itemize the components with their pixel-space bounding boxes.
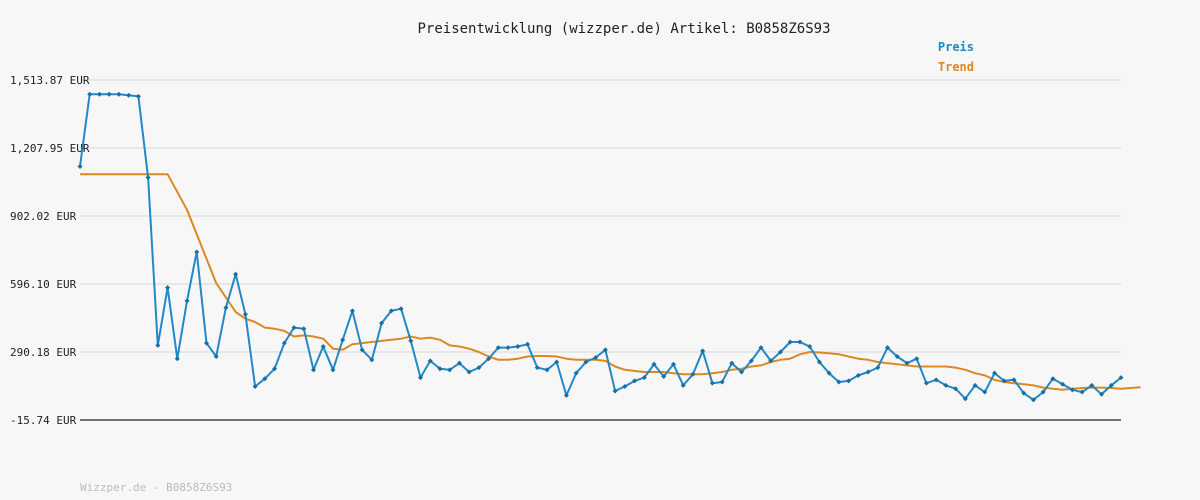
price-chart: Preisentwicklung (wizzper.de) Artikel: B… — [0, 0, 1200, 500]
data-point-preis-4 — [116, 91, 122, 97]
data-point-preis-3 — [106, 91, 112, 97]
data-point-preis-10 — [174, 356, 180, 362]
data-point-preis-7 — [145, 175, 151, 181]
data-point-preis-34 — [408, 338, 414, 344]
y-tick-label-4: 290.18 EUR — [10, 346, 77, 359]
footer-watermark: Wizzper.de - B0858Z6S93 — [80, 481, 232, 494]
data-point-preis-0 — [77, 163, 83, 169]
data-point-preis-9 — [165, 285, 171, 291]
legend-entry-trend: Trend — [938, 60, 974, 74]
data-point-preis-12 — [194, 249, 200, 255]
data-point-preis-11 — [184, 298, 190, 304]
y-tick-label-1: 1,207.95 EUR — [10, 142, 90, 155]
data-point-preis-2 — [96, 91, 102, 97]
y-tick-label-5: -15.74 EUR — [10, 414, 77, 427]
series — [77, 91, 1141, 403]
series-line-trend — [80, 173, 1141, 391]
legend-entry-preis: Preis — [938, 40, 974, 54]
chart-title: Preisentwicklung (wizzper.de) Artikel: B… — [417, 21, 830, 37]
series-line-preis — [79, 93, 1122, 401]
data-point-preis-5 — [126, 92, 132, 98]
data-point-preis-23 — [301, 326, 307, 332]
data-point-preis-16 — [233, 271, 239, 277]
y-tick-label-2: 902.02 EUR — [10, 210, 77, 223]
data-point-preis-15 — [223, 305, 229, 311]
chart-svg: Preisentwicklung (wizzper.de) Artikel: B… — [10, 21, 1141, 494]
y-tick-label-3: 596.10 EUR — [10, 278, 77, 291]
data-point-preis-33 — [398, 306, 404, 312]
y-tick-label-0: 1,513.87 EUR — [10, 74, 90, 87]
data-point-preis-1 — [87, 91, 93, 97]
data-point-preis-27 — [340, 337, 346, 343]
y-axis-ticks: 1,513.87 EUR 1,207.95 EUR 902.02 EUR 596.10… — [10, 74, 90, 427]
data-point-preis-8 — [155, 342, 161, 348]
data-point-preis-65 — [709, 380, 715, 386]
data-point-preis-45 — [515, 343, 521, 349]
data-point-preis-6 — [135, 93, 141, 99]
data-point-preis-28 — [349, 308, 355, 314]
data-point-preis-44 — [505, 345, 511, 351]
data-point-preis-17 — [242, 311, 248, 317]
